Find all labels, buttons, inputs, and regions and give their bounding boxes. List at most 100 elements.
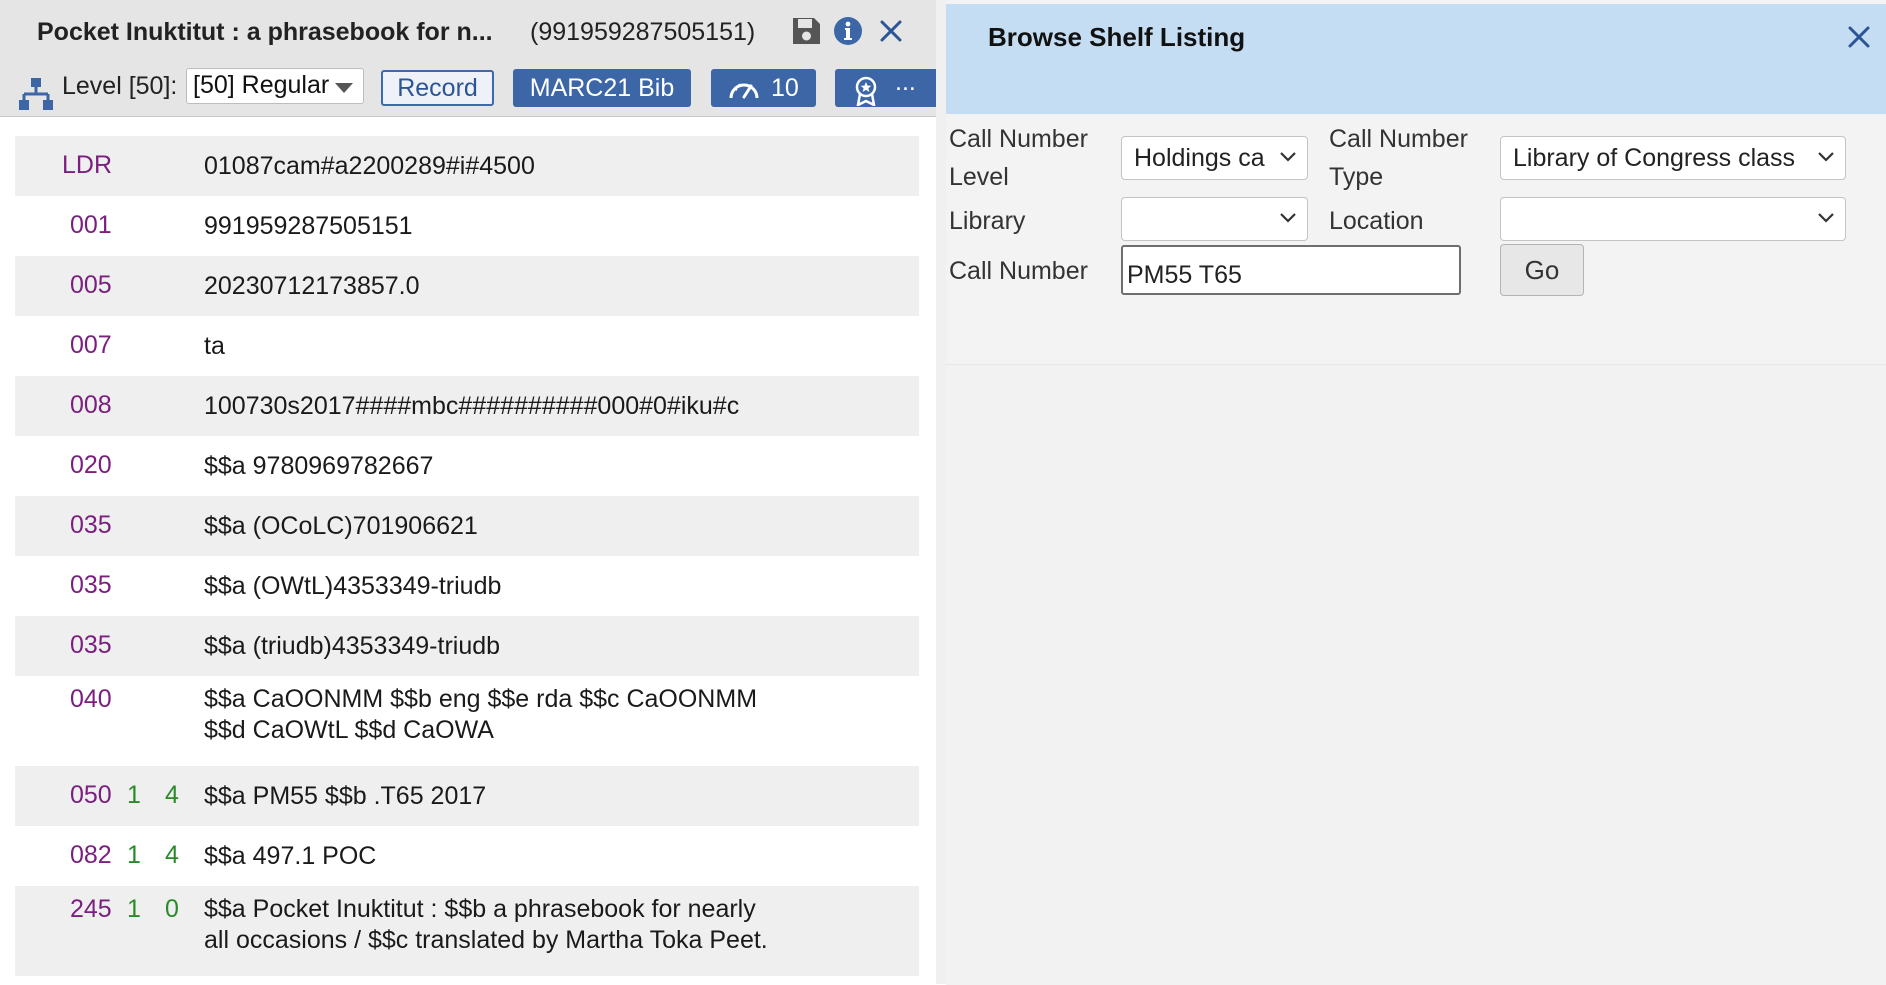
- marc-tag: 035: [70, 631, 112, 659]
- marc-field-content[interactable]: 100730s2017####mbc##########000#0#iku#c: [204, 391, 739, 422]
- call-number-level-label-2: Level: [949, 163, 1009, 191]
- marc-content-line: $$d CaOWtL $$d CaOWA: [204, 716, 494, 744]
- level-select-value: [50] Regular: [193, 71, 330, 99]
- marc-field-content[interactable]: $$a (OCoLC)701906621: [204, 511, 478, 542]
- info-icon[interactable]: [831, 14, 865, 48]
- marc-content-line: 100730s2017####mbc##########000#0#iku#c: [204, 392, 740, 420]
- close-icon[interactable]: [874, 14, 908, 48]
- record-button[interactable]: Record: [381, 70, 494, 106]
- marc-field-content[interactable]: $$a 9780969782667: [204, 451, 433, 482]
- shelf-results: [946, 364, 1886, 985]
- more-label: ...: [895, 68, 916, 96]
- call-number-type-select[interactable]: Library of Congress class: [1500, 136, 1846, 180]
- marc-field-row[interactable]: 005 20230712173857.0: [15, 256, 919, 316]
- go-button[interactable]: Go: [1500, 244, 1584, 296]
- chevron-down-icon: [1818, 213, 1834, 223]
- more-button[interactable]: ...: [835, 68, 938, 107]
- marc-field-row[interactable]: 035 $$a (OCoLC)701906621: [15, 496, 919, 556]
- marc-indicator-2[interactable]: 4: [165, 841, 179, 870]
- call-number-level-value: Holdings ca: [1134, 144, 1265, 172]
- marc-field-content[interactable]: $$a 497.1 POC: [204, 841, 376, 872]
- marc-content-line: $$a CaOONMM $$b eng $$e rda $$c CaOONMM: [204, 685, 758, 713]
- marc21-bib-button[interactable]: MARC21 Bib: [513, 69, 691, 107]
- chevron-down-icon: [335, 83, 353, 93]
- marc-field-content[interactable]: $$a (OWtL)4353349-triudb: [204, 571, 501, 602]
- speed-value: 10: [771, 74, 799, 102]
- marc-indicator-1[interactable]: 1: [127, 895, 141, 924]
- call-number-input[interactable]: [1121, 245, 1461, 295]
- marc-field-row[interactable]: 007 ta: [15, 316, 919, 376]
- marc-content-line: $$a (OCoLC)701906621: [204, 512, 478, 540]
- shelf-title: Browse Shelf Listing: [988, 22, 1246, 52]
- level-select[interactable]: [50] Regular: [186, 68, 364, 104]
- call-number-level-select[interactable]: Holdings ca: [1121, 136, 1308, 180]
- marc-field-content[interactable]: $$a CaOONMM $$b eng $$e rda $$c CaOONMM $…: [204, 684, 757, 746]
- shelf-header: Browse Shelf Listing: [946, 4, 1886, 114]
- marc-field-row[interactable]: 001 991959287505151: [15, 196, 919, 256]
- level-label: Level [50]:: [62, 72, 178, 100]
- marc-tag: 050: [70, 781, 112, 809]
- marc-field-row[interactable]: 035 $$a (triudb)4353349-triudb: [15, 616, 919, 676]
- marc-field-row[interactable]: 245 1 0 $$a Pocket Inuktitut : $$b a phrase…: [15, 886, 919, 976]
- call-number-type-value: Library of Congress class: [1513, 144, 1796, 172]
- close-icon[interactable]: [1844, 22, 1874, 52]
- marc-field-content[interactable]: ta: [204, 331, 225, 362]
- marc-field-content[interactable]: $$a Pocket Inuktitut : $$b a phrasebook …: [204, 894, 768, 956]
- marc-field-content[interactable]: 20230712173857.0: [204, 271, 420, 302]
- marc-field-row[interactable]: 020 $$a 9780969782667: [15, 436, 919, 496]
- library-select[interactable]: [1121, 197, 1308, 241]
- marc-tag: 008: [70, 391, 112, 419]
- library-label: Library: [949, 207, 1026, 235]
- call-number-type-label-2: Type: [1329, 163, 1384, 191]
- marc-tag: 007: [70, 331, 112, 359]
- marc-field-content[interactable]: $$a (triudb)4353349-triudb: [204, 631, 500, 662]
- marc-tag: 020: [70, 451, 112, 479]
- location-select[interactable]: [1500, 197, 1846, 241]
- save-icon[interactable]: [789, 14, 823, 48]
- record-title: Pocket Inuktitut : a phrasebook for n...: [37, 18, 493, 46]
- chevron-down-icon: [1818, 152, 1834, 162]
- marc-table: LDR 01087cam#a2200289#i#4500 001 9919592875…: [15, 136, 919, 976]
- marc-tag: 082: [70, 841, 112, 869]
- call-number-level-label-1: Call Number: [949, 125, 1088, 153]
- hierarchy-icon[interactable]: [18, 76, 54, 112]
- marc-field-row[interactable]: 035 $$a (OWtL)4353349-triudb: [15, 556, 919, 616]
- marc-content-line: all occasions / $$c translated by Martha…: [204, 926, 768, 954]
- marc-content-line: ta: [204, 332, 225, 360]
- chevron-down-icon: [1280, 213, 1296, 223]
- marc-field-content[interactable]: 991959287505151: [204, 211, 413, 242]
- award-icon: [855, 76, 877, 106]
- pane-divider[interactable]: [936, 0, 946, 984]
- marc-indicator-1[interactable]: 1: [127, 841, 141, 870]
- marc-content-line: $$a 9780969782667: [204, 452, 434, 480]
- marc-content-line: $$a PM55 $$b .T65 2017: [204, 782, 487, 810]
- marc-indicator-1[interactable]: 1: [127, 781, 141, 810]
- marc-field-row[interactable]: 040 $$a CaOONMM $$b eng $$e rda $$c CaOON…: [15, 676, 919, 766]
- marc-field-content[interactable]: $$a PM55 $$b .T65 2017: [204, 781, 486, 812]
- marc-editor-pane: Pocket Inuktitut : a phrasebook for n...…: [0, 0, 938, 984]
- marc-tag: 001: [70, 211, 112, 239]
- marc-content-line: $$a 497.1 POC: [204, 842, 377, 870]
- marc-content-line: $$a (OWtL)4353349-triudb: [204, 572, 502, 600]
- marc-field-row[interactable]: 008 100730s2017####mbc##########000#0#iku…: [15, 376, 919, 436]
- browse-shelf-pane: Browse Shelf Listing Call Number Level H…: [946, 0, 1886, 985]
- marc-tag: 035: [70, 571, 112, 599]
- speed-button[interactable]: 10: [711, 69, 816, 107]
- marc-content-line: 01087cam#a2200289#i#4500: [204, 152, 535, 180]
- marc-field-content[interactable]: 01087cam#a2200289#i#4500: [204, 151, 535, 182]
- marc-field-row[interactable]: 050 1 4 $$a PM55 $$b .T65 2017: [15, 766, 919, 826]
- record-id: (991959287505151): [530, 18, 756, 46]
- marc-content-line: 991959287505151: [204, 212, 413, 240]
- marc-content-line: $$a Pocket Inuktitut : $$b a phrasebook …: [204, 895, 756, 923]
- chevron-down-icon: [1280, 152, 1296, 162]
- marc-content-line: $$a (triudb)4353349-triudb: [204, 632, 501, 660]
- record-header: Pocket Inuktitut : a phrasebook for n...…: [0, 0, 938, 117]
- marc-tag: 245: [70, 895, 112, 923]
- call-number-type-label-1: Call Number: [1329, 125, 1468, 153]
- marc-indicator-2[interactable]: 4: [165, 781, 179, 810]
- speedometer-icon: [729, 83, 759, 99]
- marc-content-line: 20230712173857.0: [204, 272, 420, 300]
- marc-field-row[interactable]: 082 1 4 $$a 497.1 POC: [15, 826, 919, 886]
- marc-field-row[interactable]: LDR 01087cam#a2200289#i#4500: [15, 136, 919, 196]
- marc-indicator-2[interactable]: 0: [165, 895, 179, 924]
